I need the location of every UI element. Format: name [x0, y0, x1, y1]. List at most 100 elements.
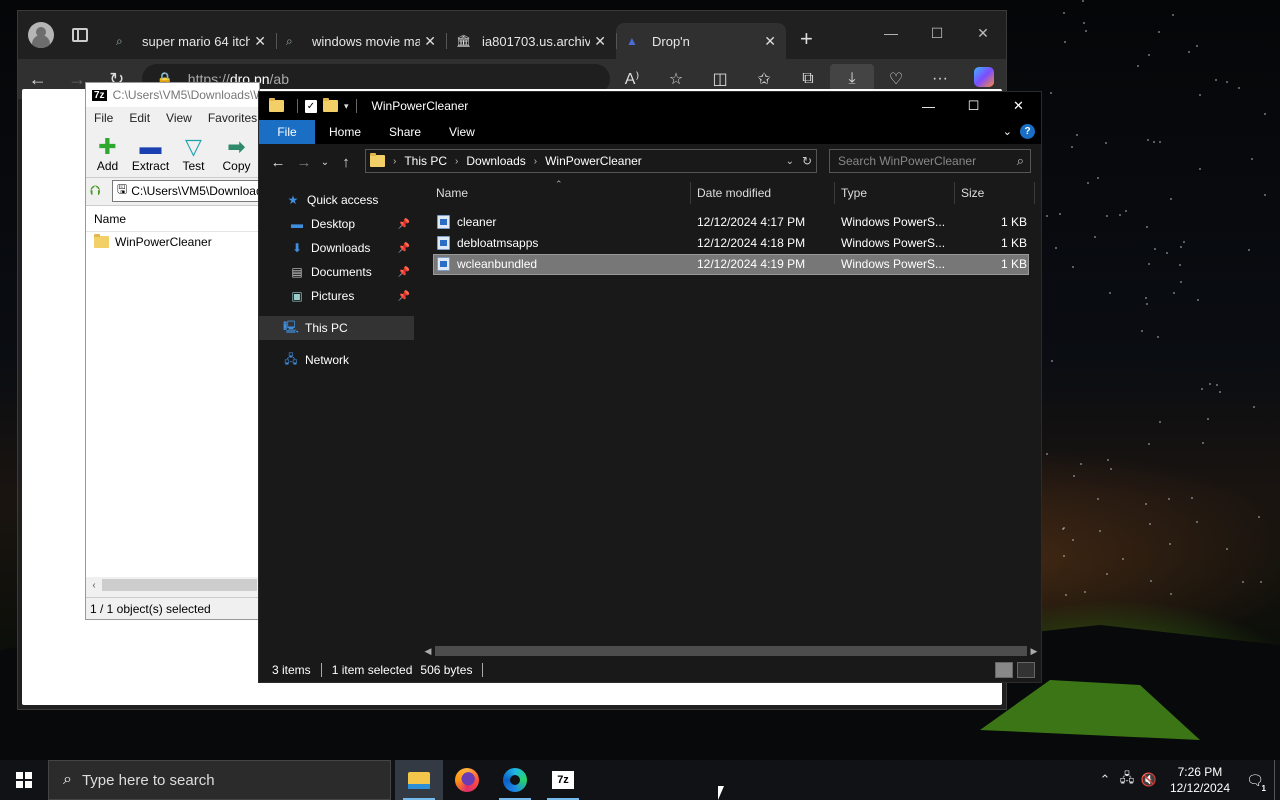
start-button[interactable] — [0, 760, 48, 800]
maximize-icon[interactable]: ☐ — [914, 11, 960, 55]
help-icon[interactable]: ? — [1020, 124, 1035, 139]
notifications-button[interactable]: 🗨 1 — [1242, 772, 1268, 793]
nav-downloads[interactable]: ⬇ Downloads 📌 — [259, 236, 414, 260]
minimize-icon[interactable]: — — [868, 11, 914, 55]
table-row[interactable]: cleaner 12/12/2024 4:17 PM Windows Power… — [433, 212, 1029, 233]
menu-file[interactable]: File — [86, 111, 121, 125]
explorer-horizontal-scrollbar[interactable]: ◀ ▶ — [421, 644, 1041, 658]
add-button[interactable]: ✚ Add — [86, 129, 129, 177]
column-date-modified[interactable]: Date modified — [697, 186, 771, 200]
chevron-right-icon[interactable]: › — [534, 156, 537, 167]
close-icon[interactable]: ✕ — [960, 11, 1006, 55]
7zip-path-input[interactable]: 🖫 C:\Users\VM5\Downloads\WinPowerCleaner… — [112, 179, 259, 202]
menu-favorites[interactable]: Favorites — [200, 111, 259, 125]
close-tab-icon[interactable]: ✕ — [590, 33, 606, 50]
network-icon[interactable]: 🖧 — [1116, 769, 1138, 791]
test-button[interactable]: ▽ Test — [172, 129, 215, 177]
nav-network[interactable]: 🖧 Network — [259, 348, 414, 372]
taskbar-file-explorer[interactable] — [395, 760, 443, 800]
taskbar-search[interactable]: ⌕ Type here to search — [48, 760, 391, 800]
profile-avatar[interactable] — [28, 22, 54, 48]
read-aloud-icon[interactable]: A⁾ — [610, 69, 654, 89]
list-item[interactable]: WinPowerCleaner — [86, 232, 259, 252]
clock[interactable]: 7:26 PM 12/12/2024 — [1170, 764, 1230, 796]
taskbar-7zip[interactable]: 7z — [539, 760, 587, 800]
forward-icon[interactable]: → — [291, 154, 317, 171]
menu-view[interactable]: View — [158, 111, 200, 125]
scroll-thumb[interactable] — [435, 646, 1027, 656]
tab-1[interactable]: ⌕ super mario 64 itch.io ✕ — [106, 23, 276, 59]
browser-essentials-icon[interactable]: ♡ — [874, 69, 918, 89]
tab-3[interactable]: 🏛 ia801703.us.archive.org ✕ — [446, 23, 616, 59]
column-type[interactable]: Type — [841, 186, 867, 200]
show-desktop-button[interactable] — [1274, 760, 1280, 800]
refresh-icon[interactable]: ↻ — [802, 154, 812, 168]
tab-home[interactable]: Home — [315, 120, 375, 144]
column-divider[interactable] — [1034, 182, 1035, 204]
nav-desktop[interactable]: ▬ Desktop 📌 — [259, 212, 414, 236]
scroll-left-icon[interactable]: ◀ — [421, 646, 435, 657]
breadcrumb-this-pc[interactable]: This PC — [404, 154, 447, 168]
volume-muted-icon[interactable]: 🔇 — [1138, 772, 1160, 788]
collections-icon[interactable]: ⧉ — [786, 70, 830, 88]
split-screen-icon[interactable]: ◫ — [698, 69, 742, 89]
breadcrumb-winpowercleaner[interactable]: WinPowerCleaner — [545, 154, 642, 168]
chevron-down-icon[interactable]: ⌄ — [786, 156, 794, 167]
chevron-right-icon[interactable]: › — [455, 156, 458, 167]
column-size[interactable]: Size — [961, 186, 984, 200]
copy-button[interactable]: ➡ Copy — [215, 129, 258, 177]
maximize-icon[interactable]: ☐ — [951, 92, 996, 120]
search-input[interactable]: Search WinPowerCleaner ⌕ — [829, 149, 1031, 173]
tab-file[interactable]: File — [259, 120, 315, 144]
scroll-left-icon[interactable]: ‹ — [86, 580, 102, 591]
properties-icon[interactable]: ✓ — [305, 99, 317, 113]
scroll-right-icon[interactable]: ▶ — [1027, 646, 1041, 657]
7zip-horizontal-scrollbar[interactable]: ‹ — [86, 577, 259, 593]
tab-share[interactable]: Share — [375, 120, 435, 144]
recent-locations-icon[interactable]: ⌄ — [317, 157, 333, 168]
minimize-icon[interactable]: — — [906, 92, 951, 120]
scroll-thumb[interactable] — [102, 579, 257, 591]
tab-2[interactable]: ⌕ windows movie maker ✕ — [276, 23, 446, 59]
column-divider[interactable] — [954, 182, 955, 204]
nav-pictures[interactable]: ▣ Pictures 📌 — [259, 284, 414, 308]
address-bar[interactable]: › This PC › Downloads › WinPowerCleaner … — [365, 149, 817, 173]
menu-edit[interactable]: Edit — [121, 111, 158, 125]
nav-this-pc[interactable]: 🖳 This PC — [259, 316, 414, 340]
new-folder-icon[interactable] — [323, 98, 338, 112]
breadcrumb-downloads[interactable]: Downloads — [466, 154, 525, 168]
table-row-selected[interactable]: wcleanbundled 12/12/2024 4:19 PM Windows… — [433, 254, 1029, 275]
tab-actions-icon[interactable] — [72, 28, 88, 42]
large-icons-view-icon[interactable] — [1017, 662, 1035, 678]
close-icon[interactable]: ✕ — [996, 92, 1041, 120]
tab-4-active[interactable]: ▲ Drop'n ✕ — [616, 23, 786, 59]
favorites-icon[interactable]: ✩ — [742, 69, 786, 89]
back-icon[interactable]: ← — [18, 69, 57, 90]
nav-quick-access[interactable]: ★ Quick access — [259, 188, 414, 212]
close-tab-icon[interactable]: ✕ — [760, 33, 776, 50]
close-tab-icon[interactable]: ✕ — [250, 33, 266, 50]
up-icon[interactable]: ↑ — [333, 154, 359, 171]
column-header-name[interactable]: Name — [86, 206, 259, 232]
details-view-icon[interactable] — [995, 662, 1013, 678]
taskbar-firefox[interactable] — [443, 760, 491, 800]
up-folder-icon[interactable]: ⮉ — [90, 182, 112, 199]
expand-ribbon-icon[interactable]: ⌄ — [1003, 125, 1012, 138]
close-tab-icon[interactable]: ✕ — [420, 33, 436, 50]
chevron-up-icon[interactable]: ⌃ — [1094, 772, 1116, 788]
column-divider[interactable] — [690, 182, 691, 204]
customize-qat-icon[interactable]: ▾ — [344, 101, 349, 112]
taskbar-edge[interactable] — [491, 760, 539, 800]
nav-documents[interactable]: ▤ Documents 📌 — [259, 260, 414, 284]
more-icon[interactable]: ··· — [918, 70, 962, 88]
copilot-icon[interactable] — [962, 66, 1006, 92]
table-row[interactable]: debloatmsapps 12/12/2024 4:18 PM Windows… — [433, 233, 1029, 254]
chevron-right-icon[interactable]: › — [393, 156, 396, 167]
favorite-star-icon[interactable]: ☆ — [654, 69, 698, 89]
back-icon[interactable]: ← — [265, 154, 291, 171]
extract-button[interactable]: ▬ Extract — [129, 129, 172, 177]
column-divider[interactable] — [834, 182, 835, 204]
new-tab-button[interactable]: + — [800, 26, 813, 52]
tab-view[interactable]: View — [435, 120, 489, 144]
column-name[interactable]: Name — [436, 186, 468, 200]
